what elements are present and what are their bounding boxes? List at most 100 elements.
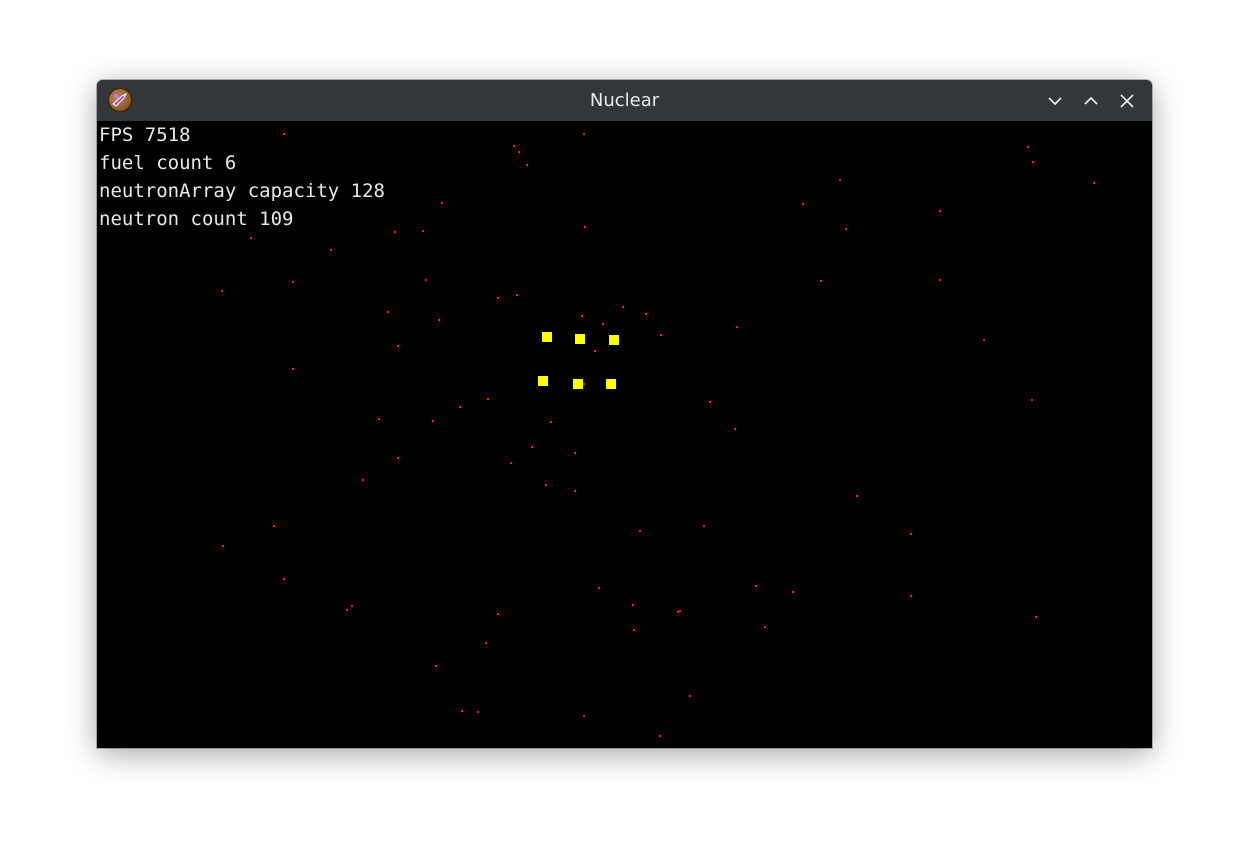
neutron-particle — [1093, 182, 1095, 184]
neutron-particle — [250, 237, 252, 239]
neutron-particle — [397, 345, 399, 347]
neutron-particle — [983, 339, 985, 341]
neutron-particle — [518, 151, 520, 153]
neutron-particle — [510, 462, 512, 464]
neutron-particle — [432, 420, 434, 422]
neutron-particle — [645, 313, 647, 315]
neutron-particle — [516, 294, 518, 296]
neutron-particle — [221, 290, 223, 292]
neutron-particle — [397, 457, 399, 459]
minimize-button[interactable] — [1043, 89, 1067, 113]
neutron-particle — [574, 452, 576, 454]
neutron-particle — [584, 226, 586, 228]
neutron-particle — [459, 406, 461, 408]
neutron-particle — [346, 609, 348, 611]
neutron-particle — [550, 421, 552, 423]
neutron-particle — [1032, 161, 1034, 163]
neutron-particle — [487, 398, 489, 400]
neutron-particle — [910, 533, 912, 535]
neutron-particle — [939, 210, 941, 212]
neutron-particle — [639, 530, 641, 532]
neutron-particle — [283, 578, 285, 580]
close-button[interactable] — [1115, 89, 1139, 113]
neutron-particle — [583, 383, 585, 385]
neutron-particle — [856, 495, 858, 497]
neutron-particle — [441, 202, 443, 204]
neutron-particle — [330, 249, 332, 251]
title-bar[interactable]: Nuclear — [97, 80, 1152, 121]
game-canvas[interactable]: FPS 7518 fuel count 6 neutronArray capac… — [97, 121, 1152, 748]
neutron-particle — [709, 401, 711, 403]
neutron-particle — [526, 164, 528, 166]
neutron-particle — [679, 610, 681, 612]
neutron-particle — [497, 613, 499, 615]
app-window: Nuclear FPS 7518 fuel count 6 neutronArr… — [97, 80, 1152, 748]
neutron-particle — [939, 279, 941, 281]
neutron-particle — [792, 591, 794, 593]
neutron-particle — [583, 715, 585, 717]
neutron-particle — [435, 665, 437, 667]
neutron-particle — [1031, 399, 1033, 401]
maximize-button[interactable] — [1079, 89, 1103, 113]
neutron-particle — [583, 133, 585, 135]
fuel-count-readout: fuel count 6 — [99, 152, 237, 174]
neutron-particle — [283, 133, 285, 135]
neutron-particle — [362, 479, 364, 481]
neutron-count-readout: neutron count 109 — [99, 208, 294, 230]
neutron-particle — [222, 545, 224, 547]
chevron-up-icon — [1084, 96, 1098, 105]
debug-overlay: FPS 7518 fuel count 6 neutronArray capac… — [99, 121, 385, 233]
neutron-capacity-readout: neutronArray capacity 128 — [99, 180, 385, 202]
fuel-cell — [542, 332, 552, 342]
neutron-particle — [734, 428, 736, 430]
neutron-particle — [910, 595, 912, 597]
close-icon — [1120, 94, 1134, 108]
neutron-particle — [660, 334, 662, 336]
neutron-particle — [574, 490, 576, 492]
neutron-particle — [845, 228, 847, 230]
window-title: Nuclear — [589, 90, 660, 111]
chevron-down-icon — [1048, 97, 1062, 106]
neutron-particle — [497, 297, 499, 299]
neutron-particle — [351, 605, 353, 607]
neutron-particle — [677, 611, 679, 613]
neutron-particle — [477, 711, 479, 713]
neutron-particle — [485, 642, 487, 644]
neutron-particle — [387, 311, 389, 313]
fps-readout: FPS 7518 — [99, 124, 191, 146]
neutron-particle — [839, 179, 841, 181]
neutron-particle — [581, 315, 583, 317]
neutron-particle — [633, 629, 635, 631]
neutron-particle — [755, 585, 757, 587]
neutron-particle — [594, 350, 596, 352]
neutron-particle — [598, 587, 600, 589]
fuel-cell — [575, 334, 585, 344]
neutron-particle — [736, 326, 738, 328]
neutron-particle — [438, 319, 440, 321]
fuel-cell — [538, 376, 548, 386]
neutron-particle — [461, 710, 463, 712]
neutron-particle — [545, 484, 547, 486]
neutron-particle — [764, 626, 766, 628]
neutron-particle — [378, 418, 380, 420]
neutron-particle — [273, 525, 275, 527]
neutron-particle — [622, 306, 624, 308]
neutron-particle — [531, 446, 533, 448]
neutron-particle — [659, 735, 661, 737]
fuel-cell — [573, 379, 583, 389]
fuel-cell — [606, 379, 616, 389]
neutron-particle — [292, 368, 294, 370]
neutron-particle — [820, 280, 822, 282]
neutron-particle — [1035, 616, 1037, 618]
neutron-particle — [394, 231, 396, 233]
neutron-particle — [425, 279, 427, 281]
neutron-particle — [802, 203, 804, 205]
neutron-particle — [689, 695, 691, 697]
neutron-particle — [513, 145, 515, 147]
neutron-particle — [1027, 146, 1029, 148]
neutron-particle — [422, 230, 424, 232]
neutron-particle — [292, 281, 294, 283]
neutron-particle — [632, 604, 634, 606]
fuel-cell — [609, 335, 619, 345]
neutron-particle — [703, 525, 705, 527]
